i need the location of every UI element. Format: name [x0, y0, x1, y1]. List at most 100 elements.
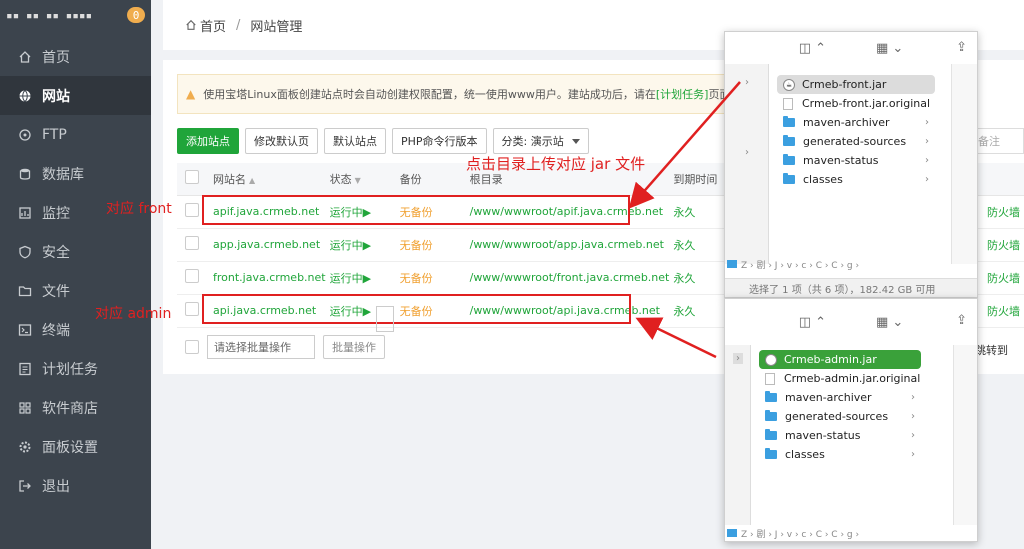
sidebar-item-website[interactable]: 网站: [0, 76, 151, 115]
site-name-link[interactable]: app.java.crmeb.net: [209, 228, 326, 262]
sidebar-item-label: 网站: [42, 88, 70, 105]
select-all-checkbox[interactable]: [185, 170, 199, 185]
finder-path-bar: Z › 剧 › J › v › c › C › C › g ›: [725, 256, 977, 272]
default-site-button[interactable]: 默认站点: [324, 128, 386, 154]
php-version-button[interactable]: PHP命令行版本: [392, 128, 487, 154]
sidebar-item-label: 终端: [42, 322, 70, 339]
category-select[interactable]: 分类: 演示站: [492, 128, 589, 154]
sort-icon: ▲: [249, 175, 256, 185]
select-all-cell: [177, 163, 209, 196]
cron-link[interactable]: [计划任务]: [656, 86, 709, 102]
sidebar-item-home[interactable]: 首页: [0, 37, 151, 76]
folder-icon: [783, 135, 795, 146]
category-label: 分类: 演示站: [501, 135, 564, 148]
grid-icon: [18, 401, 32, 415]
backup-link[interactable]: 无备份: [395, 261, 466, 295]
column-status[interactable]: 状态 ▼: [325, 163, 396, 196]
file-item[interactable]: ☕ Crmeb-admin.jar: [759, 350, 921, 369]
batch-bar: 请选择批量操作 批量操作: [177, 335, 385, 359]
sidebar-item-cron[interactable]: 计划任务: [0, 349, 151, 388]
logo: ▪▪ ▪▪ ▪▪ ▪▪▪▪ 0: [0, 0, 151, 30]
sidebar-nav: 首页 网站 FTP 数据库 监控 安全 文件 终端 计划任务 软件商店 面板设置…: [0, 37, 151, 505]
column-view-icon[interactable]: ◫ ⌃: [799, 315, 826, 330]
status-toggle[interactable]: 运行中▶: [325, 261, 396, 295]
row-checkbox[interactable]: [185, 269, 199, 283]
jump-to-label: 跳转到: [975, 344, 1008, 357]
chevron-right-icon: ›: [911, 411, 915, 422]
file-item[interactable]: Crmeb-admin.jar.original: [759, 369, 921, 388]
sidebar-item-logout[interactable]: 退出: [0, 466, 151, 505]
backup-link[interactable]: 无备份: [395, 228, 466, 262]
finder-file-list: ☕ Crmeb-admin.jar Crmeb-admin.jar.origina…: [759, 350, 921, 464]
annotation-front: 对应 front: [106, 201, 172, 217]
notification-badge[interactable]: 0: [127, 7, 145, 23]
home-icon[interactable]: [185, 19, 197, 31]
highlight-front-row: [202, 195, 630, 225]
column-view-icon[interactable]: ◫ ⌃: [799, 41, 826, 56]
database-icon: [18, 167, 32, 181]
row-checkbox[interactable]: [185, 236, 199, 250]
column-name[interactable]: 网站名 ▲: [209, 163, 326, 196]
chevron-right-icon: ›: [925, 174, 929, 185]
group-view-icon[interactable]: ▦ ⌄: [876, 41, 903, 56]
info-alert: ▲ 使用宝塔Linux面板创建站点时会自动创建权限配置，统一使用www用户。建站…: [177, 74, 737, 114]
home-icon: [18, 50, 32, 64]
folder-icon: [783, 154, 795, 165]
sidebar-item-label: FTP: [42, 126, 67, 143]
folder-icon: [783, 116, 795, 127]
folder-icon: [18, 284, 32, 298]
sidebar-item-database[interactable]: 数据库: [0, 154, 151, 193]
status-toggle[interactable]: 运行中▶: [325, 228, 396, 262]
sort-icon: ▼: [354, 175, 361, 185]
sidebar-item-settings[interactable]: 面板设置: [0, 427, 151, 466]
sidebar-item-store[interactable]: 软件商店: [0, 388, 151, 427]
note-search-input[interactable]: 备注: [971, 128, 1024, 154]
root-dir-link[interactable]: /www/wwwroot/front.java.crmeb.net: [465, 261, 670, 295]
sidebar-item-label: 软件商店: [42, 400, 98, 417]
batch-select-checkbox[interactable]: [185, 340, 199, 354]
batch-operation-select[interactable]: 请选择批量操作: [207, 335, 315, 359]
breadcrumb-home[interactable]: 首页: [200, 16, 226, 35]
sidebar-item-label: 首页: [42, 49, 70, 66]
folder-item[interactable]: classes ›: [777, 170, 935, 189]
chevron-right-icon: ›: [911, 392, 915, 403]
sidebar-item-label: 安全: [42, 244, 70, 261]
share-icon[interactable]: ⇪: [956, 313, 967, 328]
annotation-upload-hint: 点击目录上传对应 jar 文件: [466, 155, 646, 173]
annotation-admin: 对应 admin: [95, 306, 172, 322]
sidebar-item-ftp[interactable]: FTP: [0, 115, 151, 154]
folder-icon: [765, 429, 777, 440]
globe-icon: [18, 89, 32, 103]
sidebar: ▪▪ ▪▪ ▪▪ ▪▪▪▪ 0 首页 网站 FTP 数据库 监控 安全 文件 终…: [0, 0, 151, 549]
folder-item[interactable]: maven-archiver ›: [777, 113, 935, 132]
toolbar: 添加站点 修改默认页 默认站点 PHP命令行版本 分类: 演示站: [177, 128, 589, 154]
folder-item[interactable]: maven-status ›: [777, 151, 935, 170]
folder-item[interactable]: generated-sources ›: [777, 132, 935, 151]
finder-toolbar: ◫ ⌃ ▦ ⌄ ⇪: [725, 299, 977, 345]
folder-icon: [783, 173, 795, 184]
finder-window-admin: ◫ ⌃ ▦ ⌄ ⇪ › ☕ Crmeb-admin.jar Crmeb-admin…: [724, 298, 978, 542]
folder-item[interactable]: classes ›: [759, 445, 921, 464]
file-item[interactable]: ☕ Crmeb-front.jar: [777, 75, 935, 94]
group-view-icon[interactable]: ▦ ⌄: [876, 315, 903, 330]
modify-default-page-button[interactable]: 修改默认页: [245, 128, 318, 154]
chevron-right-icon: ›: [911, 430, 915, 441]
monitor-icon: [18, 206, 32, 220]
sidebar-item-security[interactable]: 安全: [0, 232, 151, 271]
row-checkbox[interactable]: [185, 302, 199, 316]
folder-icon: [765, 410, 777, 421]
root-dir-link[interactable]: /www/wwwroot/app.java.crmeb.net: [465, 228, 670, 262]
sidebar-item-label: 数据库: [42, 166, 84, 183]
sidebar-item-label: 文件: [42, 283, 70, 300]
finder-parent-column: ›: [725, 345, 751, 525]
folder-item[interactable]: generated-sources ›: [759, 407, 921, 426]
file-item[interactable]: Crmeb-front.jar.original: [777, 94, 935, 113]
folder-item[interactable]: maven-status ›: [759, 426, 921, 445]
site-name-link[interactable]: front.java.crmeb.net: [209, 261, 326, 295]
row-checkbox[interactable]: [185, 203, 199, 217]
chevron-right-icon: ›: [911, 449, 915, 460]
batch-operation-button[interactable]: 批量操作: [323, 335, 385, 359]
share-icon[interactable]: ⇪: [956, 40, 967, 55]
add-site-button[interactable]: 添加站点: [177, 128, 239, 154]
folder-item[interactable]: maven-archiver ›: [759, 388, 921, 407]
